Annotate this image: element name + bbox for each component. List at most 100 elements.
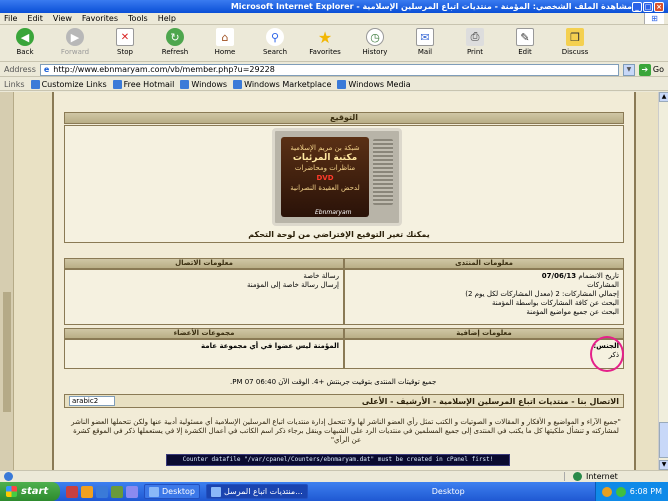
join-date-value: 07/06/13 [541,272,577,280]
left-frame-scroll-thumb[interactable] [3,292,11,412]
banner-screen: شبكة بن مريم الإسلامية مكتبة المرئيات من… [281,137,369,217]
address-dropdown-icon[interactable]: ▼ [622,63,635,76]
join-date-label: تاريخ الانضمام [578,272,619,280]
address-bar: Address e http://www.ebnmaryam.com/vb/me… [0,63,668,77]
windows-logo-icon: ⊞ [644,13,664,24]
scroll-up-icon[interactable]: ▲ [659,92,668,102]
find-all-threads-link[interactable]: البحث عن جميع مواضيع المؤمنة [349,308,619,317]
quicklaunch-ie-icon[interactable] [96,485,108,498]
quick-launch [66,485,138,498]
edit-button[interactable]: ✎ Edit [504,28,546,56]
system-tray: 6:08 PM [594,482,668,501]
tray-app-icon[interactable] [601,486,612,497]
globe-icon [573,472,582,481]
menu-tools[interactable]: Tools [128,14,148,23]
quicklaunch-app-icon[interactable] [111,485,123,498]
back-button[interactable]: ◀ Back [4,28,46,56]
footer-links[interactable]: الاتصال بنا - منتديات اتباع المرسلين الإ… [362,397,619,406]
close-button[interactable]: × [654,1,664,12]
quicklaunch-app-icon[interactable] [81,485,93,498]
print-button[interactable]: ⎙ Print [454,28,496,56]
taskbar-item-ie[interactable]: منتديات اتباع المرسل... [206,484,308,499]
forum-frame: التوقيع شبكة بن مريم الإسلامية مكتبة الم… [52,92,636,470]
search-icon: ⚲ [266,28,284,46]
vertical-scrollbar[interactable]: ▲ ▼ [658,92,668,470]
history-button[interactable]: ◷ History [354,28,396,56]
forum-time-notice: جميع توقيتات المنتدى بتوقيت جرينتش +4. ا… [230,378,437,386]
menu-edit[interactable]: Edit [27,14,43,23]
go-arrow-icon: ➔ [638,63,651,76]
search-button[interactable]: ⚲ Search [254,28,296,56]
discuss-icon: ❐ [566,28,584,46]
window-title: مشاهدة الملف الشخصي: المؤمنة - منتديات ا… [230,2,632,11]
groups-value: المؤمنة ليس عضوا في أي مجموعة عامة [201,342,339,350]
page-icon [233,79,243,89]
home-button[interactable]: ⌂ Home [204,28,246,56]
web-content: التوقيع شبكة بن مريم الإسلامية مكتبة الم… [0,92,668,470]
gender-value: ذكر [608,351,619,359]
ie-icon [211,486,221,497]
menu-file[interactable]: File [4,14,17,23]
windows-flag-icon [6,486,17,497]
maximize-button[interactable]: □ [643,1,653,12]
home-icon: ⌂ [216,28,234,46]
private-message-label: رسالة خاصة [303,272,339,280]
page-icon [337,79,347,89]
taskbar-item-desktop[interactable]: Desktop [144,484,200,499]
menu-view[interactable]: View [53,14,72,23]
extra-info-cell: الجنس: ذكر [344,339,624,369]
mail-button[interactable]: ✉ Mail [404,28,446,56]
gender-label: الجنس: [593,342,619,350]
forward-arrow-icon: ▶ [66,28,84,46]
taskbar: start Desktop منتديات اتباع المرسل... De… [0,482,668,501]
folder-icon [149,486,159,497]
stop-button[interactable]: ✕ Stop [104,28,146,56]
go-button[interactable]: ➔ Go [638,63,664,76]
quicklaunch-app-icon[interactable] [66,485,78,498]
page-icon [30,79,40,89]
discuss-button[interactable]: ❐ Discuss [554,28,596,56]
address-url: http://www.ebnmaryam.com/vb/member.php?u… [53,65,275,74]
star-icon: ★ [317,27,333,47]
forward-button[interactable]: ▶ Forward [54,28,96,56]
forum-info-cell: تاريخ الانضمام 07/06/13 المشاركات إجمالي… [344,269,624,325]
links-label: Links [4,79,25,89]
style-select[interactable]: arabic2 [69,396,115,406]
address-input[interactable]: e http://www.ebnmaryam.com/vb/member.php… [39,63,619,76]
printer-icon: ⎙ [466,28,484,46]
scroll-down-icon[interactable]: ▼ [659,460,668,470]
extra-info-header: معلومات إضافية [344,328,624,339]
ie-page-icon: e [43,65,50,74]
forum-footer-bar: arabic2 الاتصال بنا - منتديات اتباع المر… [64,394,624,408]
send-private-message-link[interactable]: إرسال رسالة خاصة إلى المؤمنة [69,281,339,290]
link-windows-media[interactable]: Windows Media [337,79,411,89]
clock: 6:08 PM [629,487,662,496]
window-controls: _ □ × [632,1,664,12]
start-button[interactable]: start [0,482,60,501]
title-bar: مشاهدة الملف الشخصي: المؤمنة - منتديات ا… [0,0,668,13]
link-windows[interactable]: Windows [180,79,227,89]
page-done-icon [4,472,13,481]
desktop-toolbar-label[interactable]: Desktop [432,487,465,496]
signature-banner-image: شبكة بن مريم الإسلامية مكتبة المرئيات من… [272,128,402,226]
link-free-hotmail[interactable]: Free Hotmail [112,79,174,89]
favorites-button[interactable]: ★ Favorites [304,27,346,57]
edit-icon: ✎ [516,28,534,46]
find-all-posts-link[interactable]: البحث عن كافة المشاركات بواسطة المؤمنة [349,299,619,308]
stop-icon: ✕ [116,28,134,46]
link-windows-marketplace[interactable]: Windows Marketplace [233,79,331,89]
menu-favorites[interactable]: Favorites [82,14,118,23]
refresh-button[interactable]: ↻ Refresh [154,28,196,56]
menu-help[interactable]: Help [158,14,176,23]
mail-icon: ✉ [416,28,434,46]
minimize-button[interactable]: _ [632,1,642,12]
banner-logo: Ebnmaryam [315,209,352,216]
scroll-thumb[interactable] [659,422,668,458]
tray-app-icon[interactable] [615,486,626,497]
link-customize-links[interactable]: Customize Links [30,79,107,89]
quicklaunch-app-icon[interactable] [126,485,138,498]
address-label: Address [4,65,36,74]
signature-caption: يمكنك تغير التوقيع الإفتراضي من لوحة الت… [248,230,430,239]
counter-error-bar: Counter datafile "/var/cpanel/Counters/e… [166,454,510,466]
menu-bar: File Edit View Favorites Tools Help ⊞ [0,13,668,25]
